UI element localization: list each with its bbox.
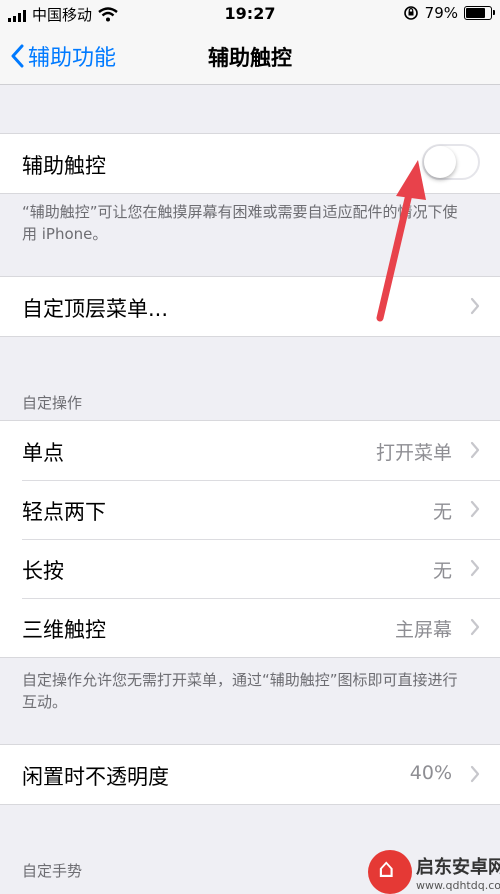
- custom-gestures-header: 自定手势: [22, 862, 83, 880]
- assistive-touch-toggle[interactable]: [422, 144, 480, 180]
- navigation-bar: 辅助功能 辅助触控: [0, 28, 500, 85]
- custom-actions-header: 自定操作: [22, 394, 83, 412]
- status-bar: 中国移动 19:27 79%: [0, 0, 500, 28]
- toggle-knob: [424, 146, 456, 178]
- idle-opacity-value: 40%: [409, 762, 452, 784]
- chevron-right-icon: [470, 765, 480, 783]
- battery-percent: 79%: [424, 4, 458, 22]
- status-right: 79%: [403, 4, 495, 22]
- assistive-touch-group: 辅助触控: [0, 133, 500, 194]
- battery-icon: [464, 6, 495, 20]
- action-row-long-press[interactable]: 长按 无: [0, 539, 500, 598]
- assistive-touch-row: 辅助触控: [0, 134, 500, 193]
- action-value: 无: [432, 560, 452, 582]
- action-value: 打开菜单: [375, 442, 452, 464]
- action-label: 轻点两下: [22, 500, 106, 524]
- watermark: 启东安卓网 www.qdhtdq.com: [368, 850, 500, 894]
- action-row-single-tap[interactable]: 单点 打开菜单: [0, 421, 500, 480]
- action-value: 主屏幕: [394, 619, 452, 641]
- action-row-double-tap[interactable]: 轻点两下 无: [0, 480, 500, 539]
- chevron-right-icon: [470, 559, 480, 577]
- assistive-touch-note: “辅助触控”可让您在触摸屏幕有困难或需要自适应配件的情况下使用 iPhone。: [22, 203, 458, 243]
- action-label: 单点: [22, 441, 64, 465]
- battery-fill: [466, 8, 485, 18]
- watermark-logo-icon: [368, 850, 412, 894]
- watermark-url: www.qdhtdq.com: [416, 878, 500, 892]
- idle-opacity-row[interactable]: 闲置时不透明度 40%: [0, 745, 500, 804]
- action-value: 无: [432, 501, 452, 523]
- chevron-right-icon: [470, 297, 480, 315]
- chevron-right-icon: [470, 618, 480, 636]
- assistive-touch-label: 辅助触控: [22, 154, 106, 178]
- idle-opacity-label: 闲置时不透明度: [22, 765, 169, 789]
- custom-actions-group: 单点 打开菜单 轻点两下 无 长按 无 三维触控 主屏幕: [0, 420, 500, 658]
- action-label: 三维触控: [22, 618, 106, 642]
- chevron-right-icon: [470, 441, 480, 459]
- top-menu-row[interactable]: 自定顶层菜单...: [0, 277, 500, 336]
- watermark-title: 启东安卓网: [416, 856, 500, 878]
- chevron-right-icon: [470, 500, 480, 518]
- orientation-lock-icon: [403, 6, 418, 20]
- custom-actions-note: 自定操作允许您无需打开菜单，通过“辅助触控”图标即可直接进行互动。: [22, 671, 458, 711]
- top-menu-group: 自定顶层菜单...: [0, 276, 500, 337]
- action-label: 长按: [22, 559, 64, 583]
- top-menu-label: 自定顶层菜单...: [22, 297, 169, 321]
- page-title: 辅助触控: [208, 46, 292, 70]
- action-row-3d-touch[interactable]: 三维触控 主屏幕: [0, 598, 500, 657]
- idle-opacity-group: 闲置时不透明度 40%: [0, 744, 500, 805]
